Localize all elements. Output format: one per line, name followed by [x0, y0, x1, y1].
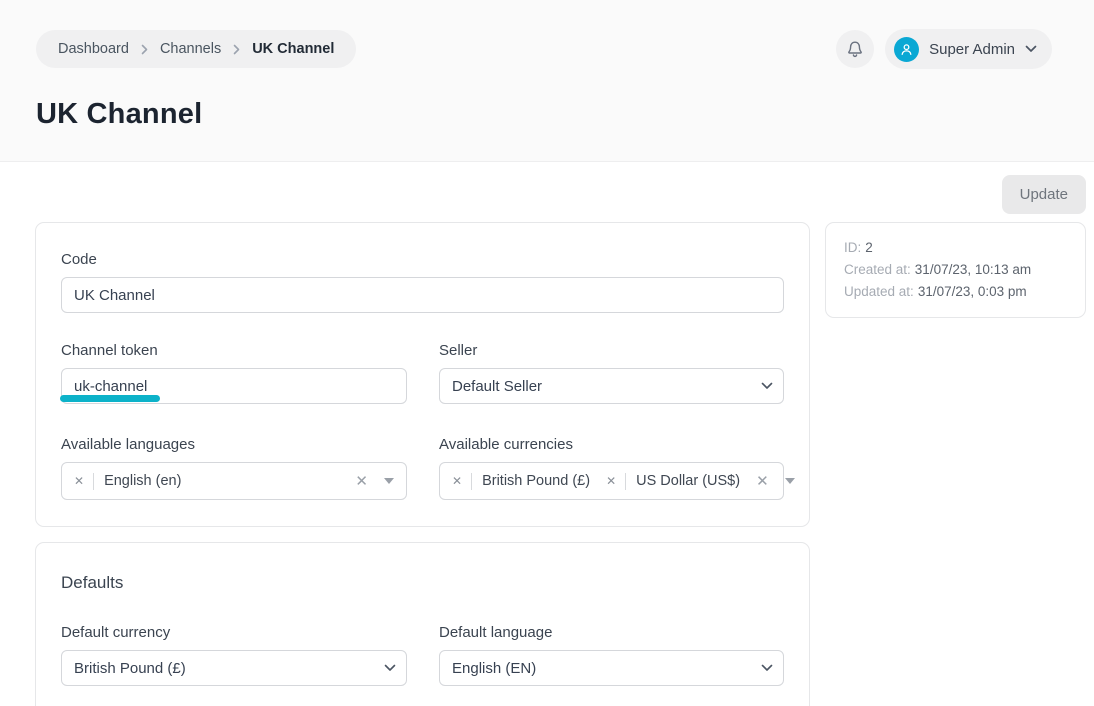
available-languages-field-group: Available languages ✕ English (en) ✕: [61, 436, 407, 500]
breadcrumb: Dashboard Channels UK Channel: [36, 30, 356, 68]
default-currency-label: Default currency: [61, 624, 407, 641]
record-id-row: ID: 2: [844, 237, 1067, 259]
updated-at-value: 31/07/23, 0:03 pm: [918, 284, 1027, 299]
available-currencies-label: Available currencies: [439, 436, 784, 453]
created-at-value: 31/07/23, 10:13 am: [915, 262, 1031, 277]
update-button[interactable]: Update: [1002, 175, 1086, 214]
channel-token-label: Channel token: [61, 342, 407, 359]
available-languages-label: Available languages: [61, 436, 407, 453]
code-label: Code: [61, 251, 784, 268]
breadcrumb-item-current: UK Channel: [252, 41, 334, 57]
chip-divider: [471, 473, 472, 490]
created-at-row: Created at: 31/07/23, 10:13 am: [844, 259, 1067, 281]
code-field-group: Code: [61, 251, 784, 313]
general-card: Code Channel token Seller Default Seller: [35, 222, 810, 527]
chip-divider: [625, 473, 626, 490]
seller-select[interactable]: Default Seller: [439, 368, 784, 404]
channel-token-input[interactable]: [61, 368, 407, 404]
currency-chip: ✕ British Pound (£): [452, 473, 590, 490]
updated-at-label: Updated at:: [844, 284, 914, 299]
available-currencies-multiselect[interactable]: ✕ British Pound (£) ✕ US Dollar (US$) ✕: [439, 462, 784, 500]
defaults-card: Defaults Default currency British Pound …: [35, 542, 810, 706]
remove-chip-icon[interactable]: ✕: [74, 475, 84, 487]
default-language-label: Default language: [439, 624, 784, 641]
breadcrumb-item-channels[interactable]: Channels: [160, 41, 221, 57]
currency-chip: ✕ US Dollar (US$): [606, 473, 740, 490]
chevron-down-icon: [1025, 45, 1037, 53]
record-info-card: ID: 2 Created at: 31/07/23, 10:13 am Updat…: [825, 222, 1086, 318]
chip-label: British Pound (£): [482, 473, 590, 489]
form-column: Code Channel token Seller Default Seller: [35, 222, 810, 706]
default-language-select[interactable]: English (EN): [439, 650, 784, 686]
chevron-right-icon: [141, 44, 148, 55]
breadcrumb-item-dashboard[interactable]: Dashboard: [58, 41, 129, 57]
meta-column: ID: 2 Created at: 31/07/23, 10:13 am Updat…: [825, 222, 1086, 318]
chip-label: English (en): [104, 473, 181, 489]
remove-chip-icon[interactable]: ✕: [452, 475, 462, 487]
dropdown-arrow-icon[interactable]: [785, 478, 795, 484]
default-currency-field-group: Default currency British Pound (£): [61, 624, 407, 686]
available-languages-multiselect[interactable]: ✕ English (en) ✕: [61, 462, 407, 500]
record-id-label: ID:: [844, 240, 861, 255]
chip-label: US Dollar (US$): [636, 473, 740, 489]
clear-all-icon[interactable]: ✕: [756, 474, 769, 489]
defaults-section-title: Defaults: [61, 573, 784, 593]
default-language-field-group: Default language English (EN): [439, 624, 784, 686]
code-input[interactable]: [61, 277, 784, 313]
remove-chip-icon[interactable]: ✕: [606, 475, 616, 487]
header-actions: Super Admin: [836, 29, 1052, 69]
channel-token-field-group: Channel token: [61, 342, 407, 404]
user-menu-button[interactable]: Super Admin: [885, 29, 1052, 69]
clear-all-icon[interactable]: ✕: [355, 474, 368, 489]
top-header: Dashboard Channels UK Channel: [0, 0, 1094, 162]
default-currency-select[interactable]: British Pound (£): [61, 650, 407, 686]
dropdown-arrow-icon[interactable]: [384, 478, 394, 484]
user-avatar: [894, 37, 919, 62]
page-title: UK Channel: [36, 97, 1052, 131]
available-currencies-field-group: Available currencies ✕ British Pound (£)…: [439, 436, 784, 500]
seller-field-group: Seller Default Seller: [439, 342, 784, 404]
notifications-button[interactable]: [836, 30, 874, 68]
language-chip: ✕ English (en): [74, 473, 181, 490]
bell-icon: [846, 40, 864, 59]
main-content: Update Code Channel token Seller: [0, 162, 1094, 706]
seller-label: Seller: [439, 342, 784, 359]
chip-divider: [93, 473, 94, 490]
user-name: Super Admin: [929, 41, 1015, 58]
updated-at-row: Updated at: 31/07/23, 0:03 pm: [844, 281, 1067, 303]
record-id-value: 2: [865, 240, 873, 255]
chevron-right-icon: [233, 44, 240, 55]
created-at-label: Created at:: [844, 262, 911, 277]
